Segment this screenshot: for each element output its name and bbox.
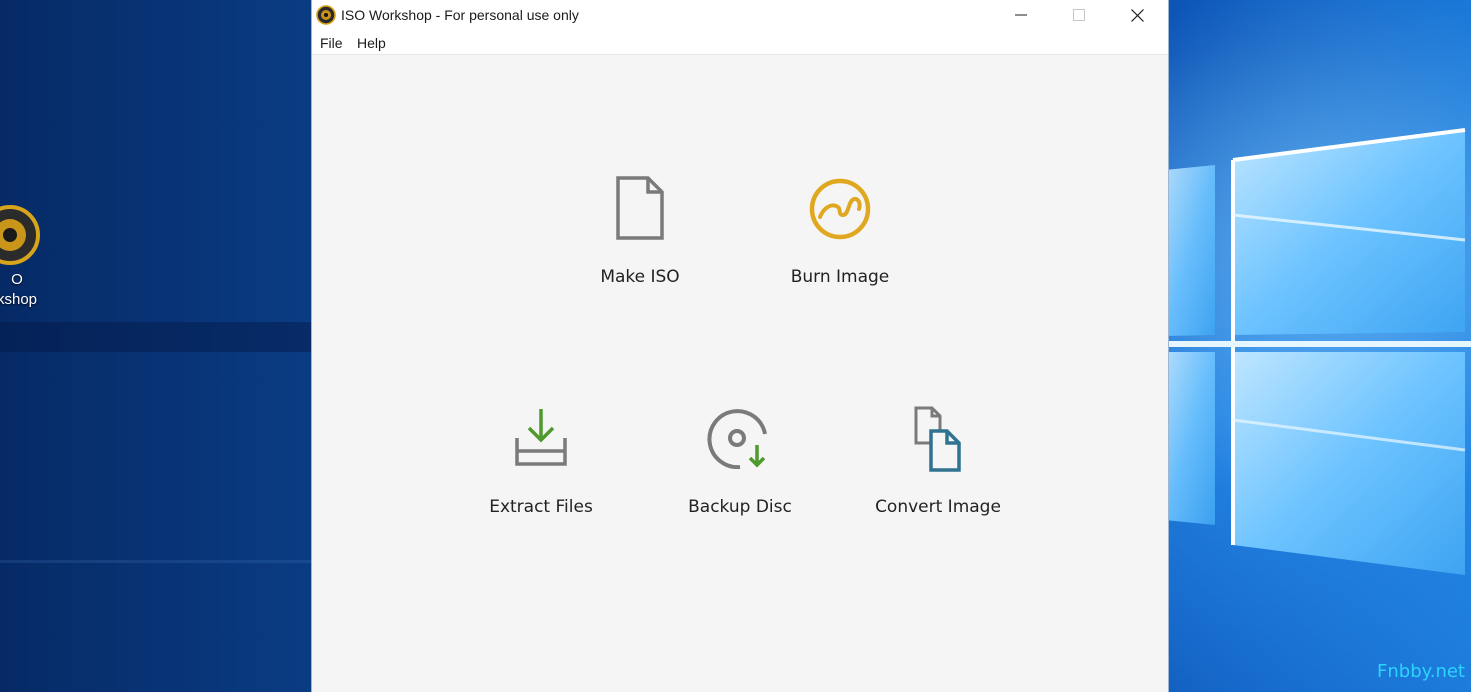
desktop-shortcut-iso-workshop[interactable]: [0, 204, 50, 271]
close-icon: [1130, 8, 1144, 22]
convert-image-label: Convert Image: [875, 497, 1001, 517]
window-title: ISO Workshop - For personal use only: [341, 7, 579, 23]
extract-tray-icon: [515, 409, 567, 466]
desktop-band: [0, 322, 320, 352]
menu-help[interactable]: Help: [357, 35, 386, 51]
iso-workshop-app-icon: [0, 205, 40, 265]
app-window: ISO Workshop - For personal use only Fil…: [312, 0, 1168, 692]
close-button[interactable]: [1108, 0, 1166, 30]
make-iso-label: Make ISO: [600, 267, 680, 287]
disc-burn-icon: [809, 178, 871, 240]
desktop-band-line: [0, 560, 320, 563]
title-bar[interactable]: ISO Workshop - For personal use only: [312, 0, 1168, 32]
extract-files-label: Extract Files: [489, 497, 593, 517]
minimize-button[interactable]: [992, 0, 1050, 30]
desktop-shortcut-label: O kshop: [0, 271, 38, 308]
convert-image-button[interactable]: Convert Image: [838, 405, 1038, 525]
menu-bar: File Help: [312, 32, 1168, 55]
make-iso-button[interactable]: Make ISO: [540, 175, 740, 295]
app-logo-icon: [316, 5, 336, 25]
backup-disc-label: Backup Disc: [688, 497, 792, 517]
file-icon: [616, 176, 664, 240]
maximize-button[interactable]: [1050, 0, 1108, 30]
burn-image-button[interactable]: Burn Image: [740, 177, 940, 297]
backup-disc-button[interactable]: Backup Disc: [640, 407, 840, 527]
minimize-icon: [1015, 14, 1027, 16]
maximize-icon: [1073, 9, 1085, 21]
watermark-text: Fnbby.net: [1377, 661, 1465, 682]
extract-files-button[interactable]: Extract Files: [441, 407, 641, 527]
burn-image-label: Burn Image: [790, 267, 890, 287]
convert-document-icon: [914, 406, 961, 472]
main-content: Make ISO Burn Image Extract Files Backup…: [312, 55, 1168, 692]
disc-backup-icon: [707, 409, 767, 469]
windows-logo-icon: [1165, 128, 1471, 575]
menu-file[interactable]: File: [320, 35, 343, 51]
